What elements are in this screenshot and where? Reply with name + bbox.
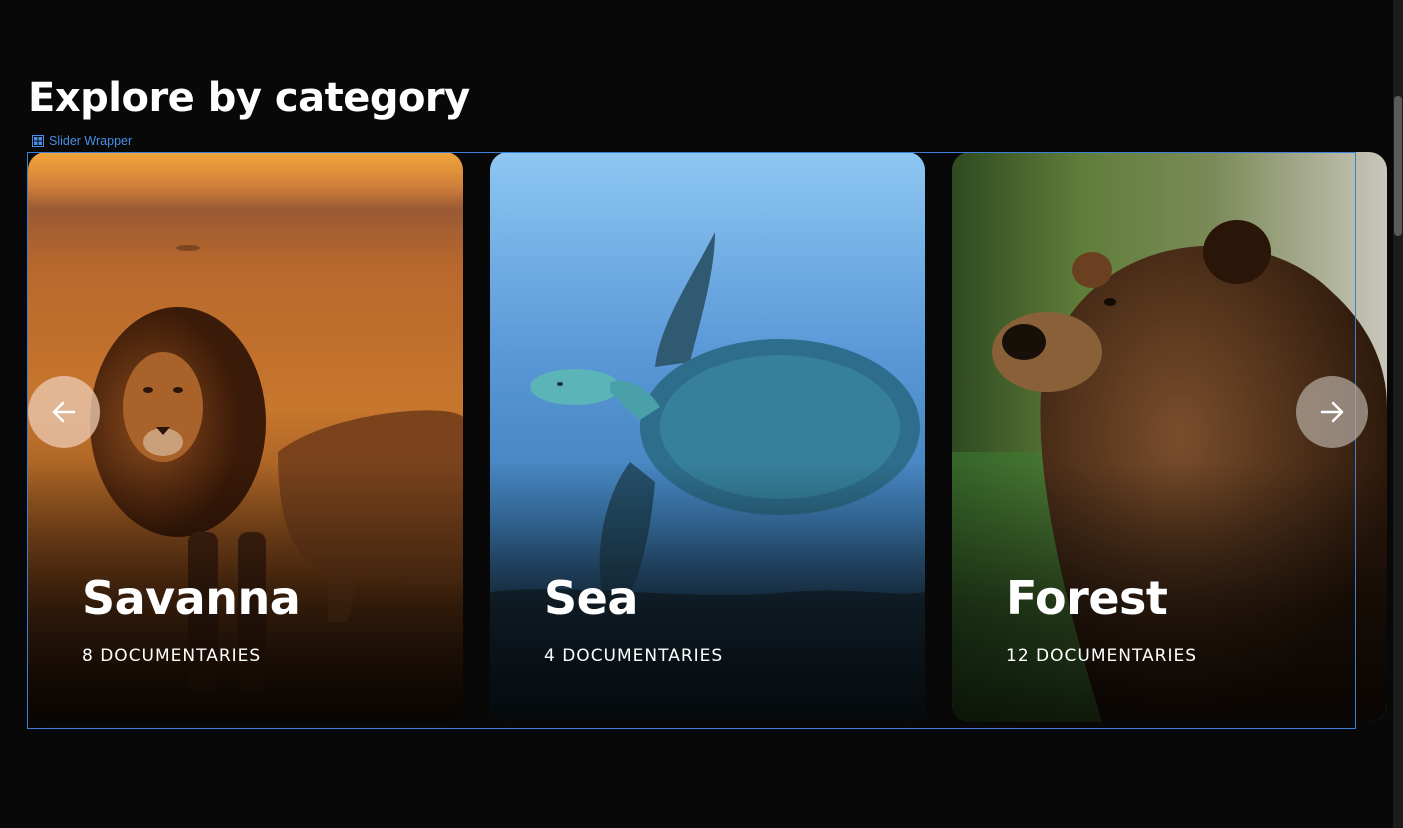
card-count: 8 DOCUMENTARIES — [82, 646, 262, 666]
page: Explore by category Slider Wrapper Savan… — [0, 0, 1403, 828]
card-count: 4 DOCUMENTARIES — [544, 646, 724, 666]
card-title: Forest — [1006, 571, 1168, 625]
card-count: 12 DOCUMENTARIES — [1006, 646, 1197, 666]
section-title: Explore by category — [28, 75, 470, 121]
slider-track[interactable]: Savanna 8 DOCUMENTARIES Sea 4 DOCUMENTAR… — [0, 152, 1393, 722]
slider-prev-button[interactable] — [28, 376, 100, 448]
category-card-sea[interactable]: Sea 4 DOCUMENTARIES — [490, 152, 925, 722]
card-title: Savanna — [82, 571, 301, 625]
category-card-savanna[interactable]: Savanna 8 DOCUMENTARIES — [28, 152, 463, 722]
slider-wrapper-label[interactable]: Slider Wrapper — [32, 134, 132, 148]
arrow-left-icon — [52, 401, 76, 423]
arrow-right-icon — [1320, 401, 1344, 423]
slider-next-button[interactable] — [1296, 376, 1368, 448]
slider-wrapper-label-text: Slider Wrapper — [49, 134, 133, 148]
card-title: Sea — [544, 571, 638, 625]
scrollbar-thumb[interactable] — [1394, 96, 1402, 236]
page-scrollbar[interactable] — [1393, 0, 1403, 828]
grid-icon — [32, 135, 44, 147]
